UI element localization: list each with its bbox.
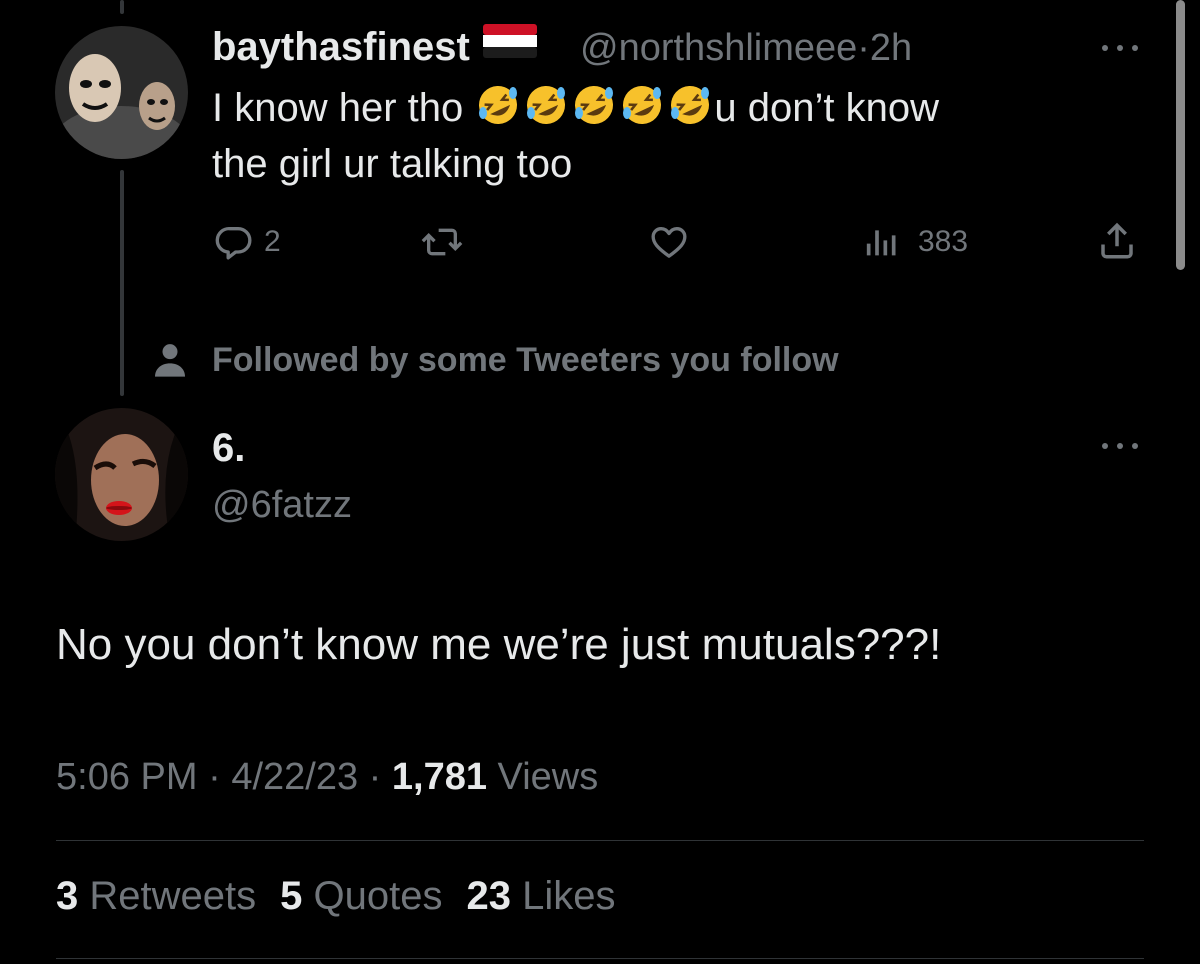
main-handle[interactable]: @6fatzz (212, 484, 352, 527)
thread-line-connector (120, 170, 124, 396)
display-name[interactable]: baythasfinest (212, 24, 537, 70)
timestamp: 2h (869, 27, 913, 69)
reply-text-line-1: I know her tho u don’t know (212, 80, 1132, 136)
rolling-on-floor-laughing-icon (623, 86, 662, 124)
retweet-button[interactable] (420, 222, 464, 262)
rolling-on-floor-laughing-icon (527, 86, 566, 124)
thread-line-top (120, 0, 124, 14)
tweet-meta: 5:06 PM · 4/22/23 · 1,781 Views (56, 756, 598, 799)
views-label: Views (497, 756, 599, 798)
emoji-group (474, 86, 714, 130)
reply-icon (215, 226, 252, 260)
reply-button[interactable]: 2 (214, 222, 281, 262)
more-options-icon[interactable] (1100, 42, 1140, 54)
heart-icon (651, 227, 687, 258)
reply-count: 2 (264, 225, 281, 258)
avatar-6fatzz[interactable] (55, 408, 188, 541)
views-total: 1,781 (391, 756, 487, 798)
yemen-flag-icon (482, 24, 537, 58)
scrollbar[interactable] (1176, 0, 1185, 270)
separator: · (857, 27, 870, 69)
handle-and-time[interactable]: @northshlimeee·2h (580, 27, 912, 70)
rolling-on-floor-laughing-icon (671, 86, 710, 124)
retweets-stat[interactable]: 3 Retweets (56, 874, 256, 919)
views-count: 383 (918, 225, 969, 258)
person-icon (155, 344, 185, 377)
main-display-name[interactable]: 6. (212, 426, 245, 471)
like-button[interactable] (648, 222, 690, 262)
retweet-icon (421, 228, 463, 256)
reply-tweet-text: I know her tho u don’t know the girl ur … (212, 80, 1132, 192)
share-button[interactable] (1096, 220, 1138, 262)
likes-stat[interactable]: 23 Likes (466, 874, 615, 919)
more-options-icon[interactable] (1100, 440, 1140, 452)
tweet-time[interactable]: 5:06 PM (56, 756, 198, 798)
quotes-stat[interactable]: 5 Quotes (280, 874, 442, 919)
social-context-text: Followed by some Tweeters you follow (212, 340, 839, 379)
analytics-icon (866, 230, 896, 256)
social-context: Followed by some Tweeters you follow (150, 338, 839, 382)
handle: @northshlimeee (580, 27, 858, 69)
share-icon (1101, 222, 1133, 259)
separator: · (208, 756, 221, 798)
divider (56, 840, 1144, 841)
avatar-baythasfinest[interactable] (55, 26, 188, 159)
rolling-on-floor-laughing-icon (479, 86, 518, 124)
main-tweet-text: No you don’t know me we’re just mutuals?… (56, 620, 942, 669)
separator: · (368, 756, 382, 798)
divider (56, 958, 1144, 959)
engagement-stats: 3 Retweets 5 Quotes 23 Likes (56, 874, 615, 919)
views-button[interactable]: 383 (862, 222, 968, 262)
reply-text-line-2: the girl ur talking too (212, 142, 573, 186)
rolling-on-floor-laughing-icon (575, 86, 614, 124)
tweet-date[interactable]: 4/22/23 (231, 756, 358, 798)
